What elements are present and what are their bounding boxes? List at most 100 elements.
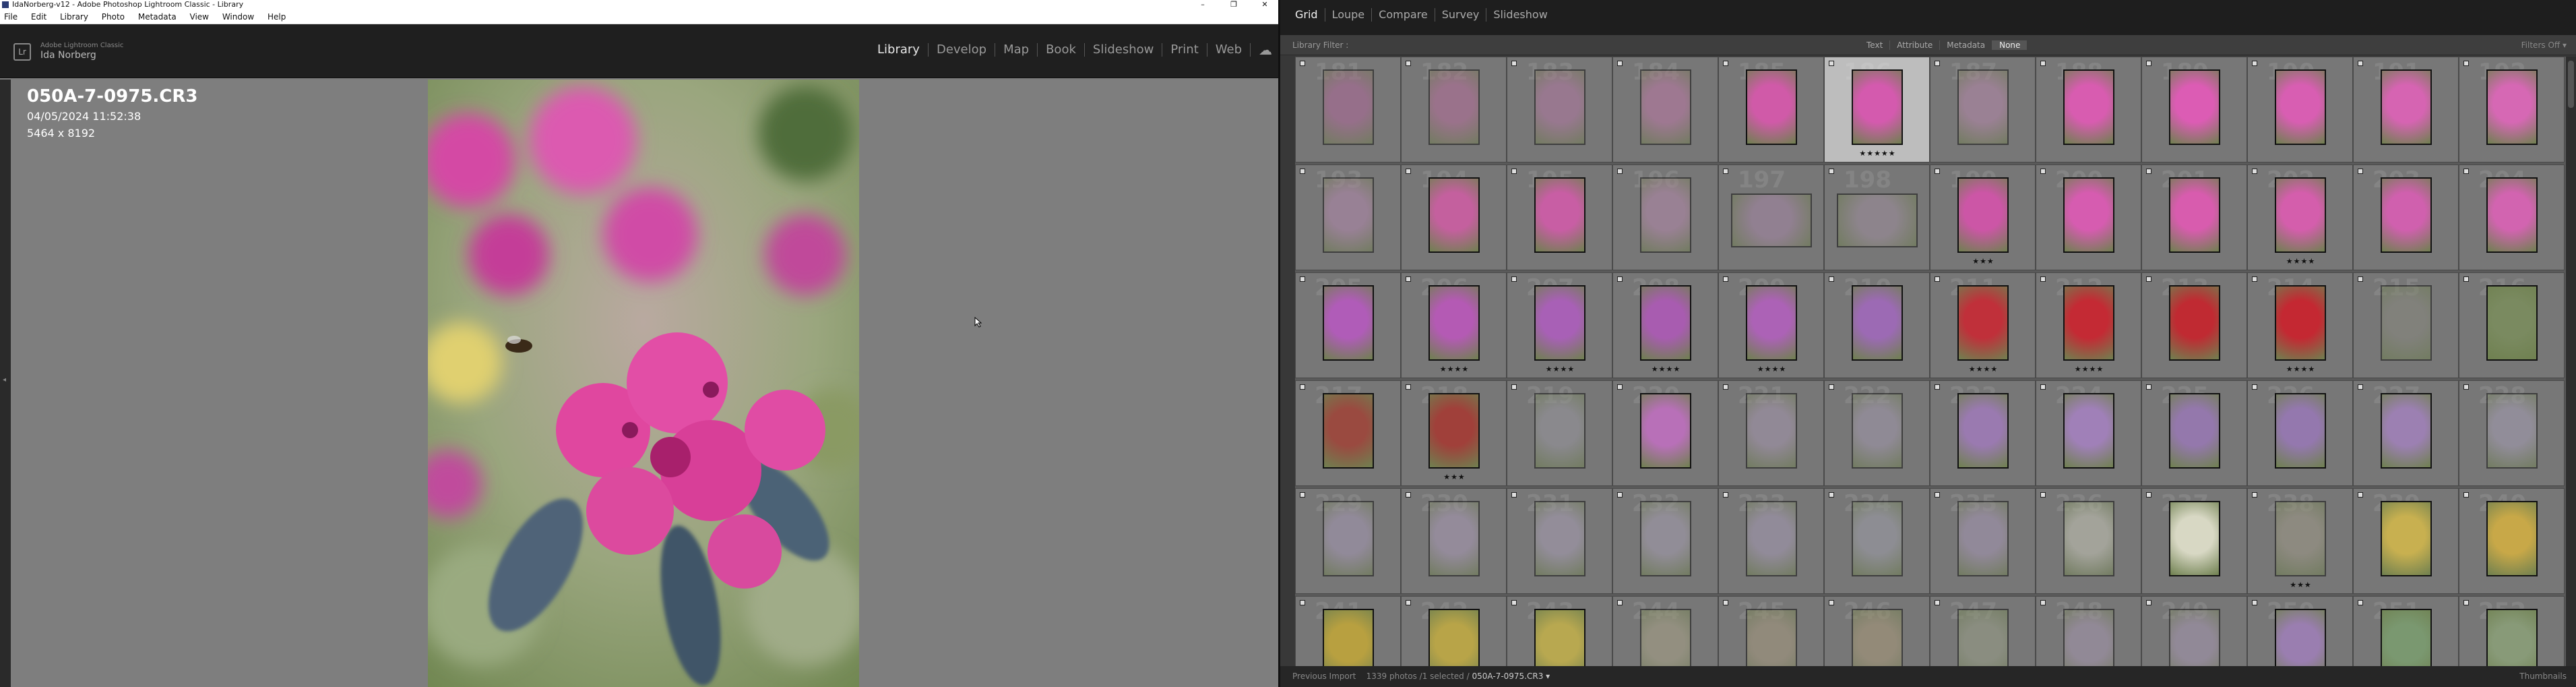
grid-cell[interactable]: 234 (1824, 488, 1930, 594)
pick-flag-icon[interactable] (2358, 492, 2363, 498)
grid-cell[interactable]: 203 (2353, 165, 2459, 270)
pick-flag-icon[interactable] (1406, 384, 1411, 390)
grid-cell[interactable]: 249 (2141, 596, 2247, 666)
grid-cell[interactable]: 214★★★★ (2247, 272, 2353, 378)
star-rating[interactable]: ★★★★ (2248, 257, 2352, 266)
star-rating[interactable]: ★★★★ (1930, 365, 2035, 374)
tab-compare[interactable]: Compare (1371, 8, 1435, 22)
pick-flag-icon[interactable] (2252, 276, 2257, 282)
pick-flag-icon[interactable] (1829, 492, 1834, 498)
thumbnail-image[interactable] (1746, 393, 1797, 469)
pick-flag-icon[interactable] (2146, 384, 2151, 390)
grid-cell[interactable]: 209★★★★ (1718, 272, 1824, 378)
scrollbar-thumb[interactable] (2568, 61, 2574, 108)
thumbnail-image[interactable] (1534, 69, 1585, 145)
thumbnail-image[interactable] (2063, 609, 2114, 666)
pick-flag-icon[interactable] (1829, 384, 1834, 390)
thumbnail-image[interactable] (1534, 393, 1585, 469)
menu-file[interactable]: File (4, 12, 18, 22)
grid-cell[interactable]: 217 (1295, 380, 1401, 486)
grid-cell[interactable]: 235 (1930, 488, 2036, 594)
thumbnail-image[interactable] (1428, 609, 1480, 666)
thumbnail-image[interactable] (1534, 177, 1585, 253)
thumbnail-image[interactable] (1957, 501, 2009, 576)
thumbnail-image[interactable] (1640, 393, 1691, 469)
thumbnail-image[interactable] (2275, 393, 2326, 469)
module-slideshow[interactable]: Slideshow (1083, 43, 1162, 57)
pick-flag-icon[interactable] (2040, 169, 2046, 174)
pick-flag-icon[interactable] (1406, 600, 1411, 605)
grid-cell[interactable]: 186★★★★★ (1824, 57, 1930, 162)
thumbnail-image[interactable] (2486, 609, 2538, 666)
grid-cell[interactable]: 248 (2036, 596, 2141, 666)
thumbnail-image[interactable] (1640, 501, 1691, 576)
menu-edit[interactable]: Edit (31, 12, 46, 22)
grid-cell[interactable]: 197 (1718, 165, 1824, 270)
thumbnail-image[interactable] (1640, 69, 1691, 145)
menu-metadata[interactable]: Metadata (138, 12, 177, 22)
grid-cell[interactable]: 196 (1612, 165, 1718, 270)
thumbnail-image[interactable] (2169, 609, 2220, 666)
pick-flag-icon[interactable] (1829, 276, 1834, 282)
grid-cell[interactable]: 231 (1507, 488, 1612, 594)
thumbnail-image[interactable] (1731, 193, 1812, 247)
pick-flag-icon[interactable] (1406, 169, 1411, 174)
thumbnail-image[interactable] (1852, 393, 1903, 469)
tab-survey[interactable]: Survey (1434, 8, 1486, 22)
thumbnail-image[interactable] (2063, 69, 2114, 145)
grid-cell[interactable]: 210 (1824, 272, 1930, 378)
grid-cell[interactable]: 238★★★ (2247, 488, 2353, 594)
thumbnail-image[interactable] (2486, 501, 2538, 576)
pick-flag-icon[interactable] (1617, 169, 1623, 174)
pick-flag-icon[interactable] (2146, 600, 2151, 605)
thumbnail-image[interactable] (1837, 193, 1918, 247)
star-rating[interactable]: ★★★★★ (1825, 149, 1929, 158)
filter-presets-dropdown[interactable]: Filters Off ▾ (2521, 35, 2567, 55)
grid-cell[interactable]: 233 (1718, 488, 1824, 594)
menu-help[interactable]: Help (268, 12, 286, 22)
grid-cell[interactable]: 250 (2247, 596, 2353, 666)
thumbnail-image[interactable] (1957, 177, 2009, 253)
pick-flag-icon[interactable] (2252, 384, 2257, 390)
module-library[interactable]: Library (869, 43, 928, 57)
grid-cell[interactable]: 232 (1612, 488, 1718, 594)
thumbnail-image[interactable] (1746, 69, 1797, 145)
grid-cell[interactable]: 240 (2459, 488, 2565, 594)
grid-cell[interactable]: 207★★★★ (1507, 272, 1612, 378)
thumbnail-image[interactable] (1534, 285, 1585, 361)
thumbnail-image[interactable] (1323, 69, 1374, 145)
pick-flag-icon[interactable] (1511, 169, 1517, 174)
thumbnail-image[interactable] (1852, 609, 1903, 666)
grid-cell[interactable]: 245 (1718, 596, 1824, 666)
pick-flag-icon[interactable] (1829, 169, 1834, 174)
pick-flag-icon[interactable] (1511, 384, 1517, 390)
pick-flag-icon[interactable] (1935, 61, 1940, 66)
pick-flag-icon[interactable] (2146, 276, 2151, 282)
tab-loupe[interactable]: Loupe (1324, 8, 1372, 22)
pick-flag-icon[interactable] (1617, 61, 1623, 66)
thumbnail-image[interactable] (2169, 69, 2220, 145)
thumbnail-image[interactable] (2381, 285, 2432, 361)
grid-cell[interactable]: 226 (2247, 380, 2353, 486)
pick-flag-icon[interactable] (1723, 384, 1728, 390)
thumbnail-image[interactable] (1640, 609, 1691, 666)
star-rating[interactable]: ★★★★ (1507, 365, 1612, 374)
pick-flag-icon[interactable] (2463, 492, 2469, 498)
grid-cell[interactable]: 241 (1295, 596, 1401, 666)
pick-flag-icon[interactable] (2040, 61, 2046, 66)
pick-flag-icon[interactable] (2146, 492, 2151, 498)
grid-cell[interactable]: 181 (1295, 57, 1401, 162)
grid-cell[interactable]: 190 (2247, 57, 2353, 162)
star-rating[interactable]: ★★★★ (1613, 365, 1718, 374)
thumbnail-image[interactable] (1534, 501, 1585, 576)
thumbnail-image[interactable] (2063, 285, 2114, 361)
grid-cell[interactable]: 205 (1295, 272, 1401, 378)
tab-slideshow[interactable]: Slideshow (1486, 8, 1554, 22)
pick-flag-icon[interactable] (1406, 61, 1411, 66)
pick-flag-icon[interactable] (1511, 492, 1517, 498)
grid-cell[interactable]: 225 (2141, 380, 2247, 486)
grid-cell[interactable]: 252 (2459, 596, 2565, 666)
thumbnail-image[interactable] (1428, 501, 1480, 576)
grid-cell[interactable]: 236 (2036, 488, 2141, 594)
pick-flag-icon[interactable] (1300, 600, 1305, 605)
